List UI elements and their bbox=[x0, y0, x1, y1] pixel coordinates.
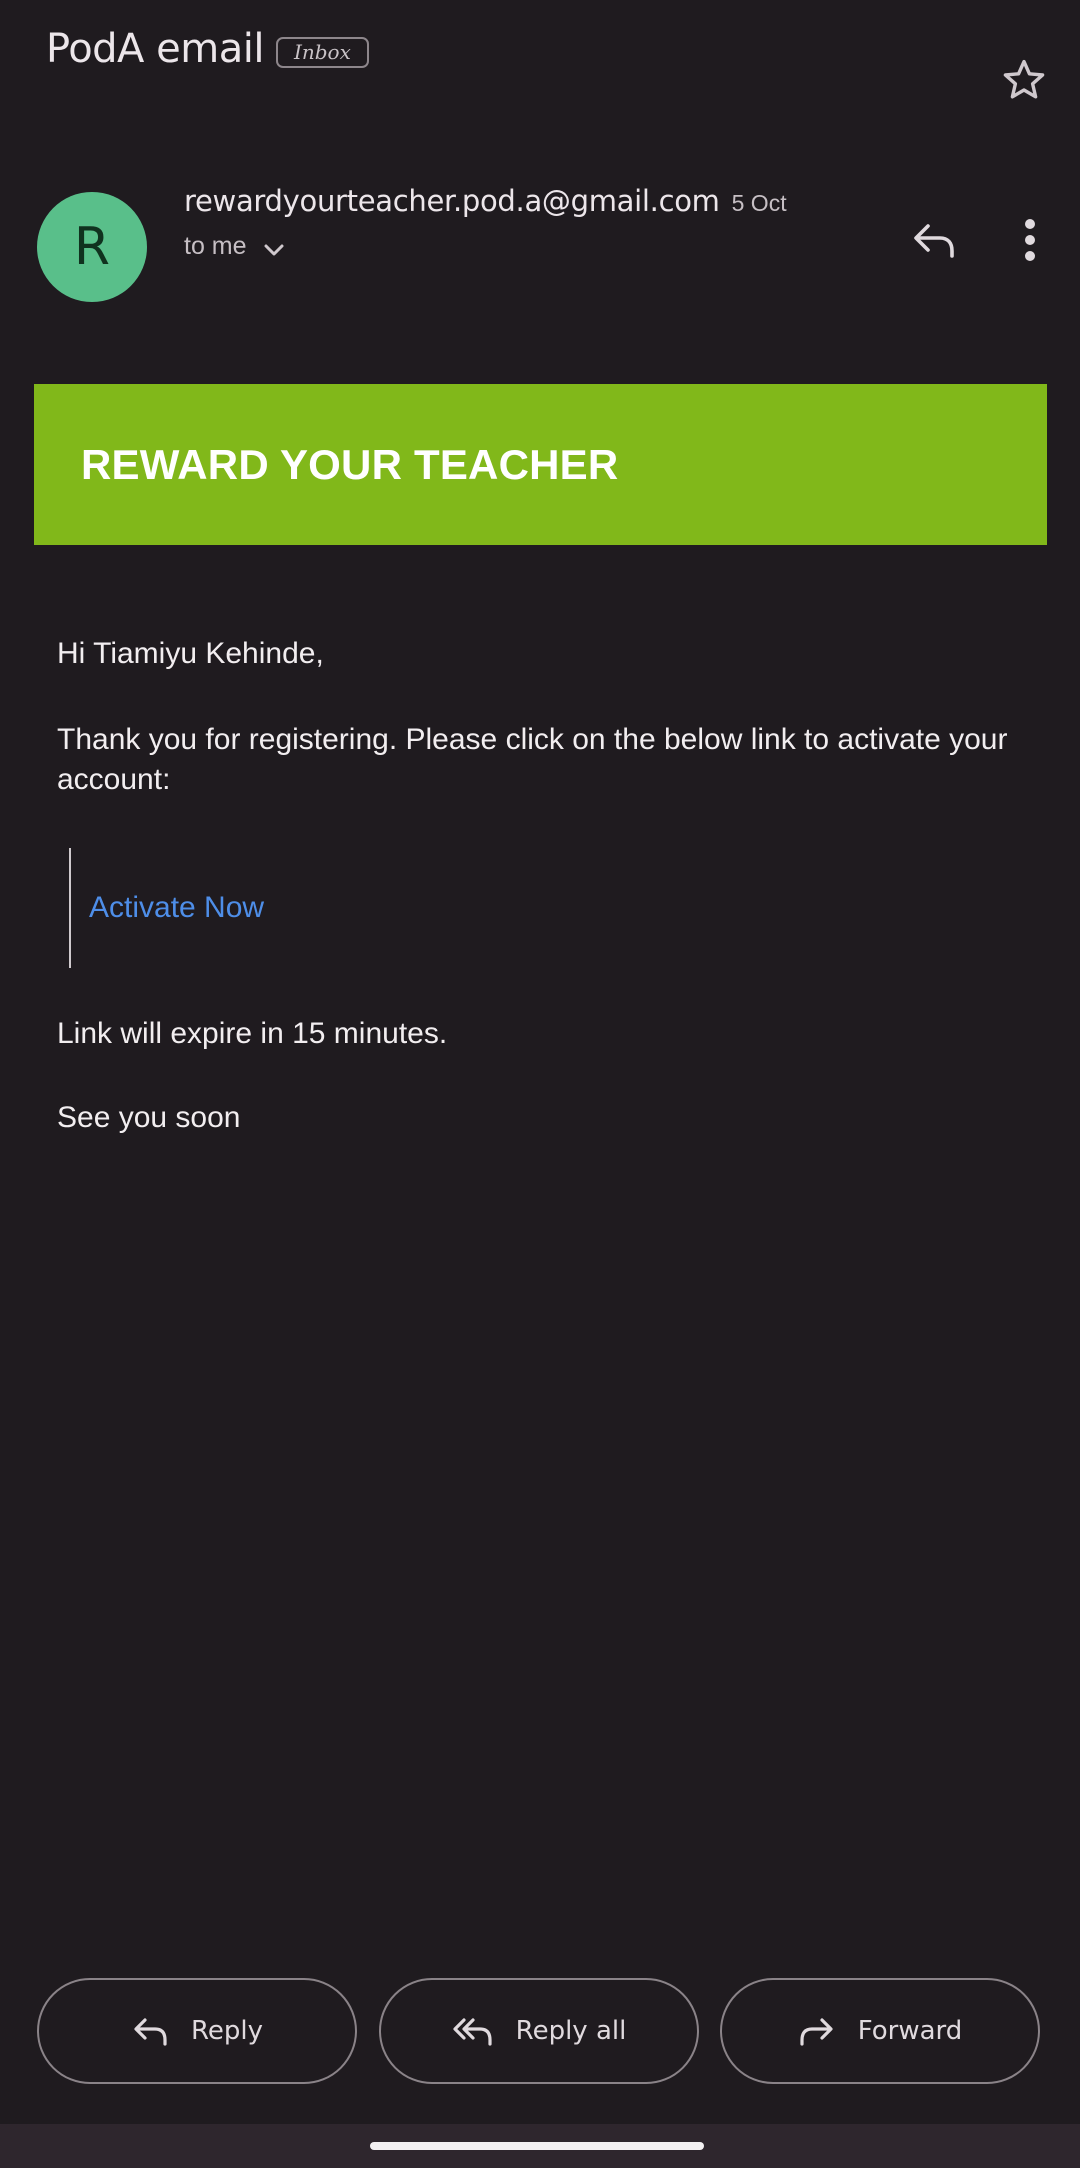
reply-button-label: Reply bbox=[190, 2016, 263, 2046]
reply-icon bbox=[134, 2018, 167, 2046]
reply-icon bbox=[914, 224, 954, 258]
sender-line: rewardyourteacher.pod.a@gmail.com 5 Oct bbox=[184, 184, 787, 218]
reply-all-button[interactable]: Reply all bbox=[379, 1978, 699, 2084]
email-banner: REWARD YOUR TEACHER bbox=[34, 384, 1047, 545]
email-subject: PodA email bbox=[46, 26, 264, 72]
star-icon bbox=[1003, 59, 1045, 99]
star-button[interactable] bbox=[996, 52, 1052, 108]
forward-button[interactable]: Forward bbox=[720, 1978, 1040, 2084]
greeting-text: Hi Tiamiyu Kehinde, bbox=[57, 637, 324, 670]
reply-all-icon bbox=[453, 2018, 492, 2046]
forward-button-label: Forward bbox=[857, 2016, 963, 2046]
reply-icon-button[interactable] bbox=[904, 210, 964, 270]
subject-row: PodA email Inbox bbox=[46, 26, 369, 72]
body-paragraph: Thank you for registering. Please click … bbox=[57, 723, 1008, 796]
reply-all-button-label: Reply all bbox=[515, 2016, 627, 2046]
more-options-button[interactable] bbox=[1000, 210, 1060, 270]
inbox-label-chip[interactable]: Inbox bbox=[275, 36, 369, 68]
chevron-down-icon bbox=[264, 244, 284, 255]
reply-button[interactable]: Reply bbox=[37, 1978, 357, 2084]
sender-avatar[interactable]: R bbox=[37, 192, 147, 302]
message-date: 5 Oct bbox=[731, 190, 787, 216]
sender-email[interactable]: rewardyourteacher.pod.a@gmail.com bbox=[184, 184, 720, 218]
more-vert-icon bbox=[1025, 219, 1035, 261]
signoff-text: See you soon bbox=[57, 1101, 241, 1134]
activate-link-block: Activate Now bbox=[69, 848, 264, 968]
email-detail-screen: PodA email Inbox R rewardyourteacher.pod… bbox=[0, 0, 1080, 2168]
recipient-text: to me bbox=[184, 232, 247, 260]
recipient-details-toggle[interactable]: to me bbox=[184, 232, 787, 261]
avatar-letter: R bbox=[73, 217, 111, 277]
sender-block: rewardyourteacher.pod.a@gmail.com 5 Oct … bbox=[184, 184, 787, 261]
home-gesture-handle[interactable] bbox=[370, 2142, 704, 2150]
activate-now-link[interactable]: Activate Now bbox=[89, 891, 264, 925]
forward-icon bbox=[800, 2018, 833, 2046]
banner-title: REWARD YOUR TEACHER bbox=[81, 440, 619, 488]
expiry-text: Link will expire in 15 minutes. bbox=[57, 1017, 448, 1050]
